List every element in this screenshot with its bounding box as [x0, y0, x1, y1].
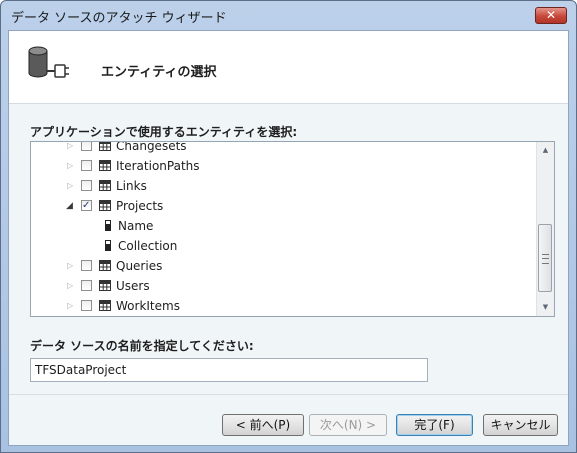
tree-item-label: Users — [116, 279, 150, 293]
checkbox[interactable] — [81, 260, 92, 271]
datasource-name-label: データ ソースの名前を指定してください: — [30, 339, 254, 353]
expand-arrow-icon[interactable]: ▷ — [67, 296, 73, 316]
tree-item-label: Name — [118, 219, 154, 233]
tree-item-label: Collection — [118, 239, 178, 253]
tree-item-label: Queries — [116, 259, 163, 273]
scroll-thumb[interactable] — [538, 224, 552, 292]
wizard-header: エンティティの選択 — [9, 31, 568, 104]
tree-item-label: IterationPaths — [116, 159, 200, 173]
grip-icon — [542, 254, 549, 264]
wizard-client-area: エンティティの選択 アプリケーションで使用するエンティティを選択: ▷ Chan… — [8, 30, 569, 446]
checkbox[interactable] — [81, 300, 92, 311]
expand-arrow-icon[interactable]: ▷ — [67, 142, 73, 156]
table-icon — [99, 200, 111, 211]
table-icon — [99, 180, 111, 191]
entity-tree[interactable]: ▷ Changesets ▷ IterationPaths ▷ Links ◢ … — [30, 141, 555, 317]
close-button[interactable]: ✕ — [535, 7, 567, 24]
wizard-body: アプリケーションで使用するエンティティを選択: ▷ Changesets ▷ I… — [9, 104, 568, 394]
property-icon — [105, 240, 111, 251]
collapse-arrow-icon[interactable]: ◢ — [66, 196, 73, 216]
scroll-up-icon[interactable]: ▲ — [537, 142, 554, 159]
wizard-window: データ ソースのアタッチ ウィザード ✕ エンティティの選択 アプリケーションで… — [0, 0, 577, 453]
tree-item-label: WorkItems — [116, 299, 180, 313]
checkbox[interactable] — [81, 160, 92, 171]
expand-arrow-icon[interactable]: ▷ — [67, 276, 73, 296]
next-button[interactable]: 次へ(N) > — [309, 414, 387, 436]
table-icon — [99, 300, 111, 311]
finish-button[interactable]: 完了(F) — [396, 414, 473, 436]
title-bar[interactable]: データ ソースのアタッチ ウィザード ✕ — [1, 1, 576, 29]
tree-item-label: Links — [116, 179, 147, 193]
cancel-button[interactable]: キャンセル — [483, 414, 558, 436]
page-title: エンティティの選択 — [101, 65, 217, 80]
back-button[interactable]: < 前へ(P) — [222, 414, 304, 436]
tree-item-label: Projects — [116, 199, 164, 213]
table-icon — [99, 160, 111, 171]
window-title: データ ソースのアタッチ ウィザード — [11, 11, 227, 26]
entity-list-label: アプリケーションで使用するエンティティを選択: — [30, 125, 298, 139]
vertical-scrollbar[interactable]: ▲ ▼ — [536, 142, 554, 316]
checkbox-checked[interactable] — [81, 196, 92, 216]
wizard-footer: < 前へ(P) 次へ(N) > 完了(F) キャンセル — [9, 394, 568, 445]
checkbox[interactable] — [81, 142, 92, 151]
expand-arrow-icon[interactable]: ▷ — [67, 156, 73, 176]
database-plug-icon — [28, 46, 69, 78]
datasource-name-input[interactable]: TFSDataProject — [30, 358, 428, 382]
checkbox[interactable] — [81, 180, 92, 191]
checkbox[interactable] — [81, 280, 92, 291]
expand-arrow-icon[interactable]: ▷ — [67, 176, 73, 196]
table-icon — [99, 280, 111, 291]
expand-arrow-icon[interactable]: ▷ — [67, 256, 73, 276]
property-icon — [105, 220, 111, 231]
tree-item-label: Changesets — [116, 141, 187, 153]
table-icon — [99, 142, 111, 151]
table-icon — [99, 260, 111, 271]
scroll-down-icon[interactable]: ▼ — [537, 299, 554, 316]
